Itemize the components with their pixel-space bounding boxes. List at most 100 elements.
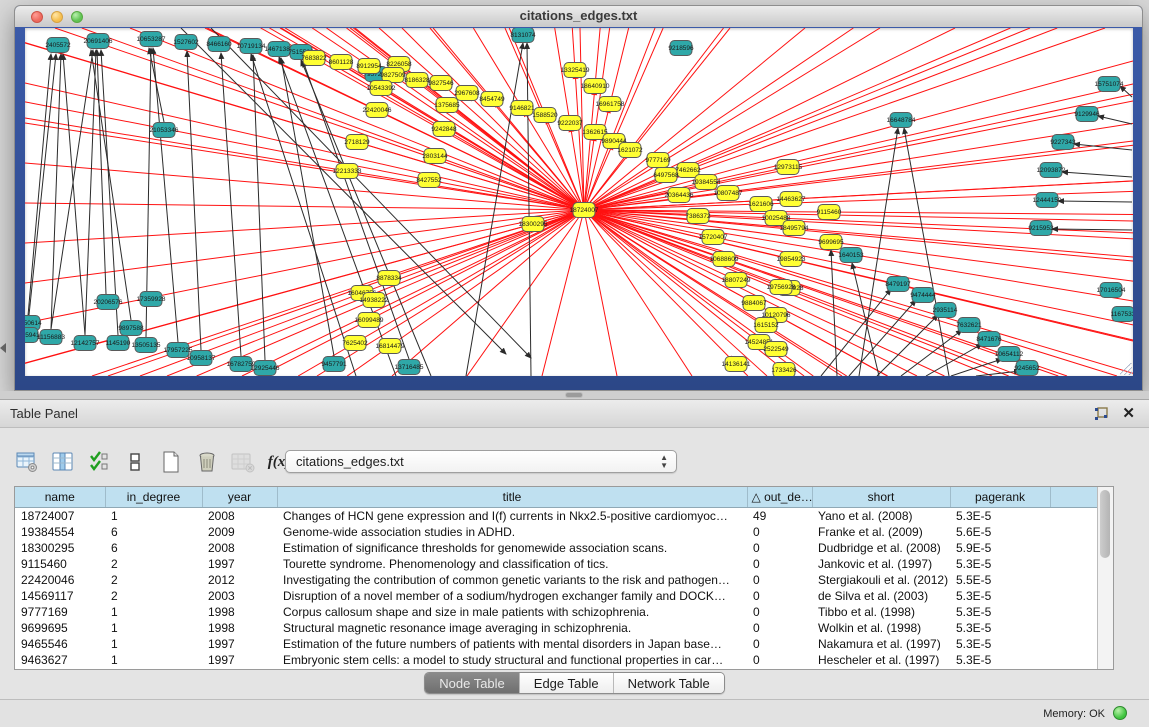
network-node-9474444[interactable]: 9474444 (910, 288, 936, 303)
select-rows-icon[interactable] (86, 449, 112, 475)
column-header-pagerank[interactable]: pagerank (950, 487, 1050, 507)
table-cell[interactable]: de Silva et al. (2003) (812, 588, 950, 604)
network-node-20206576[interactable]: 20206576 (94, 295, 123, 310)
table-cell[interactable]: Corpus callosum shape and size in male p… (277, 604, 747, 620)
network-node-1375685[interactable]: 1375685 (434, 98, 460, 113)
network-node-1588520[interactable]: 1588520 (532, 108, 558, 123)
column-header-out_de[interactable]: △ out_de… (747, 487, 812, 507)
network-canvas[interactable]: 2405572206914061065328715276028466160107… (25, 28, 1133, 376)
table-row[interactable]: 946362711997Embryonic stem cells: a mode… (15, 652, 1098, 668)
network-node-19756928[interactable]: 19756928 (767, 280, 796, 295)
table-cell[interactable] (1050, 588, 1098, 604)
network-node-20364436[interactable]: 20364436 (665, 188, 694, 203)
network-node-8912954[interactable]: 8912954 (356, 59, 382, 74)
table-row[interactable]: 977716911998Corpus callosum shape and si… (15, 604, 1098, 620)
table-cell[interactable]: 18724007 (15, 507, 105, 524)
row-height-icon[interactable] (122, 449, 148, 475)
table-cell[interactable]: 2 (105, 588, 202, 604)
close-window-icon[interactable] (31, 11, 43, 23)
table-cell[interactable]: 0 (747, 620, 812, 636)
network-node-19854923[interactable]: 19854923 (777, 252, 806, 267)
table-cell[interactable]: 1997 (202, 652, 277, 668)
network-node-1621072[interactable]: 1621072 (617, 143, 643, 158)
network-node-14136141[interactable]: 14136141 (722, 357, 751, 372)
show-columns-icon[interactable] (50, 449, 76, 475)
column-header-filler[interactable] (1050, 487, 1098, 507)
table-cell[interactable]: Nakamura et al. (1997) (812, 636, 950, 652)
network-node-19384554[interactable]: 19384554 (692, 175, 721, 190)
column-header-short[interactable]: short (812, 487, 950, 507)
network-node-8427552[interactable]: 8427552 (416, 173, 442, 188)
table-cell[interactable]: Changes of HCN gene expression and I(f) … (277, 507, 747, 524)
network-node-12925446[interactable]: 12925446 (251, 361, 280, 376)
network-node-1621606[interactable]: 1621606 (748, 197, 774, 212)
network-node-8479197[interactable]: 8479197 (885, 277, 911, 292)
network-node-7625402[interactable]: 7625402 (342, 336, 368, 351)
table-cell[interactable]: 5.6E-5 (950, 524, 1050, 540)
table-cell[interactable]: 0 (747, 572, 812, 588)
table-cell[interactable]: 5.3E-5 (950, 507, 1050, 524)
network-node-18640910[interactable]: 18640910 (581, 79, 610, 94)
table-cell[interactable]: 19384554 (15, 524, 105, 540)
table-cell[interactable]: Structural magnetic resonance image aver… (277, 620, 747, 636)
table-cell[interactable]: 1 (105, 620, 202, 636)
minimize-window-icon[interactable] (51, 11, 63, 23)
column-header-name[interactable]: name (15, 487, 105, 507)
table-cell[interactable] (1050, 636, 1098, 652)
column-header-title[interactable]: title (277, 487, 747, 507)
table-cell[interactable]: 2 (105, 556, 202, 572)
zoom-window-icon[interactable] (71, 11, 83, 23)
table-cell[interactable]: 2008 (202, 540, 277, 556)
network-node-16099489[interactable]: 16099489 (355, 313, 384, 328)
table-cell[interactable] (1050, 652, 1098, 668)
network-node-9242848[interactable]: 9242848 (431, 122, 457, 137)
network-node-1145190[interactable]: 1145190 (106, 336, 131, 351)
table-cell[interactable]: 0 (747, 588, 812, 604)
table-cell[interactable]: 6 (105, 524, 202, 540)
table-row[interactable]: 1830029562008Estimation of significance … (15, 540, 1098, 556)
table-cell[interactable]: Estimation of the future numbers of pati… (277, 636, 747, 652)
table-cell[interactable]: Tourette syndrome. Phenomenology and cla… (277, 556, 747, 572)
canvas-resize-grip-icon[interactable] (1120, 363, 1132, 375)
network-node-10654112[interactable]: 10654112 (995, 347, 1024, 362)
table-cell[interactable]: Wolkin et al. (1998) (812, 620, 950, 636)
network-node-16648784[interactable]: 16648784 (887, 113, 916, 128)
table-options-icon[interactable] (14, 449, 40, 475)
table-cell[interactable]: 6 (105, 540, 202, 556)
network-node-10653287[interactable]: 10653287 (137, 32, 166, 47)
table-cell[interactable]: 1 (105, 507, 202, 524)
network-node-1733426[interactable]: 1733426 (771, 363, 797, 377)
table-cell[interactable]: 2003 (202, 588, 277, 604)
network-node-1527602[interactable]: 1527602 (173, 35, 199, 50)
network-node-12142757[interactable]: 12142757 (71, 336, 100, 351)
table-cell[interactable]: Franke et al. (2009) (812, 524, 950, 540)
table-cell[interactable] (1050, 604, 1098, 620)
table-cell[interactable]: 2008 (202, 507, 277, 524)
table-cell[interactable]: 14569117 (15, 588, 105, 604)
float-panel-icon[interactable] (1093, 406, 1109, 422)
network-node-9897588[interactable]: 9897588 (118, 321, 144, 336)
table-cell[interactable]: 0 (747, 524, 812, 540)
network-node-8601128[interactable]: 8601128 (329, 55, 354, 70)
table-row[interactable]: 969969511998Structural magnetic resonanc… (15, 620, 1098, 636)
network-node-18495794[interactable]: 18495794 (780, 221, 809, 236)
network-node-12444150[interactable]: 12444150 (1033, 193, 1062, 208)
network-node-10543392[interactable]: 10543392 (367, 81, 396, 96)
network-node-10958137[interactable]: 10958137 (187, 351, 216, 366)
network-node-1615152[interactable]: 1615152 (753, 318, 779, 333)
network-node-10719134[interactable]: 10719134 (237, 39, 266, 54)
table-selector-dropdown[interactable]: citations_edges.txt ▲▼ (285, 450, 677, 473)
table-cell[interactable]: 1 (105, 652, 202, 668)
network-node-12093872[interactable]: 12093872 (1037, 163, 1066, 178)
network-node-9884067[interactable]: 9884067 (741, 296, 767, 311)
network-node-8471676[interactable]: 8471676 (976, 332, 1002, 347)
table-cell[interactable]: 1998 (202, 604, 277, 620)
panel-split-divider[interactable] (0, 391, 1149, 399)
table-cell[interactable]: 1997 (202, 556, 277, 572)
west-panel-collapse-handle-icon[interactable] (0, 343, 6, 353)
create-table-icon[interactable] (158, 449, 184, 475)
table-cell[interactable]: 9465546 (15, 636, 105, 652)
network-node-8466160[interactable]: 8466160 (206, 37, 232, 52)
scrollbar-thumb[interactable] (1100, 490, 1110, 558)
table-cell[interactable]: 49 (747, 507, 812, 524)
